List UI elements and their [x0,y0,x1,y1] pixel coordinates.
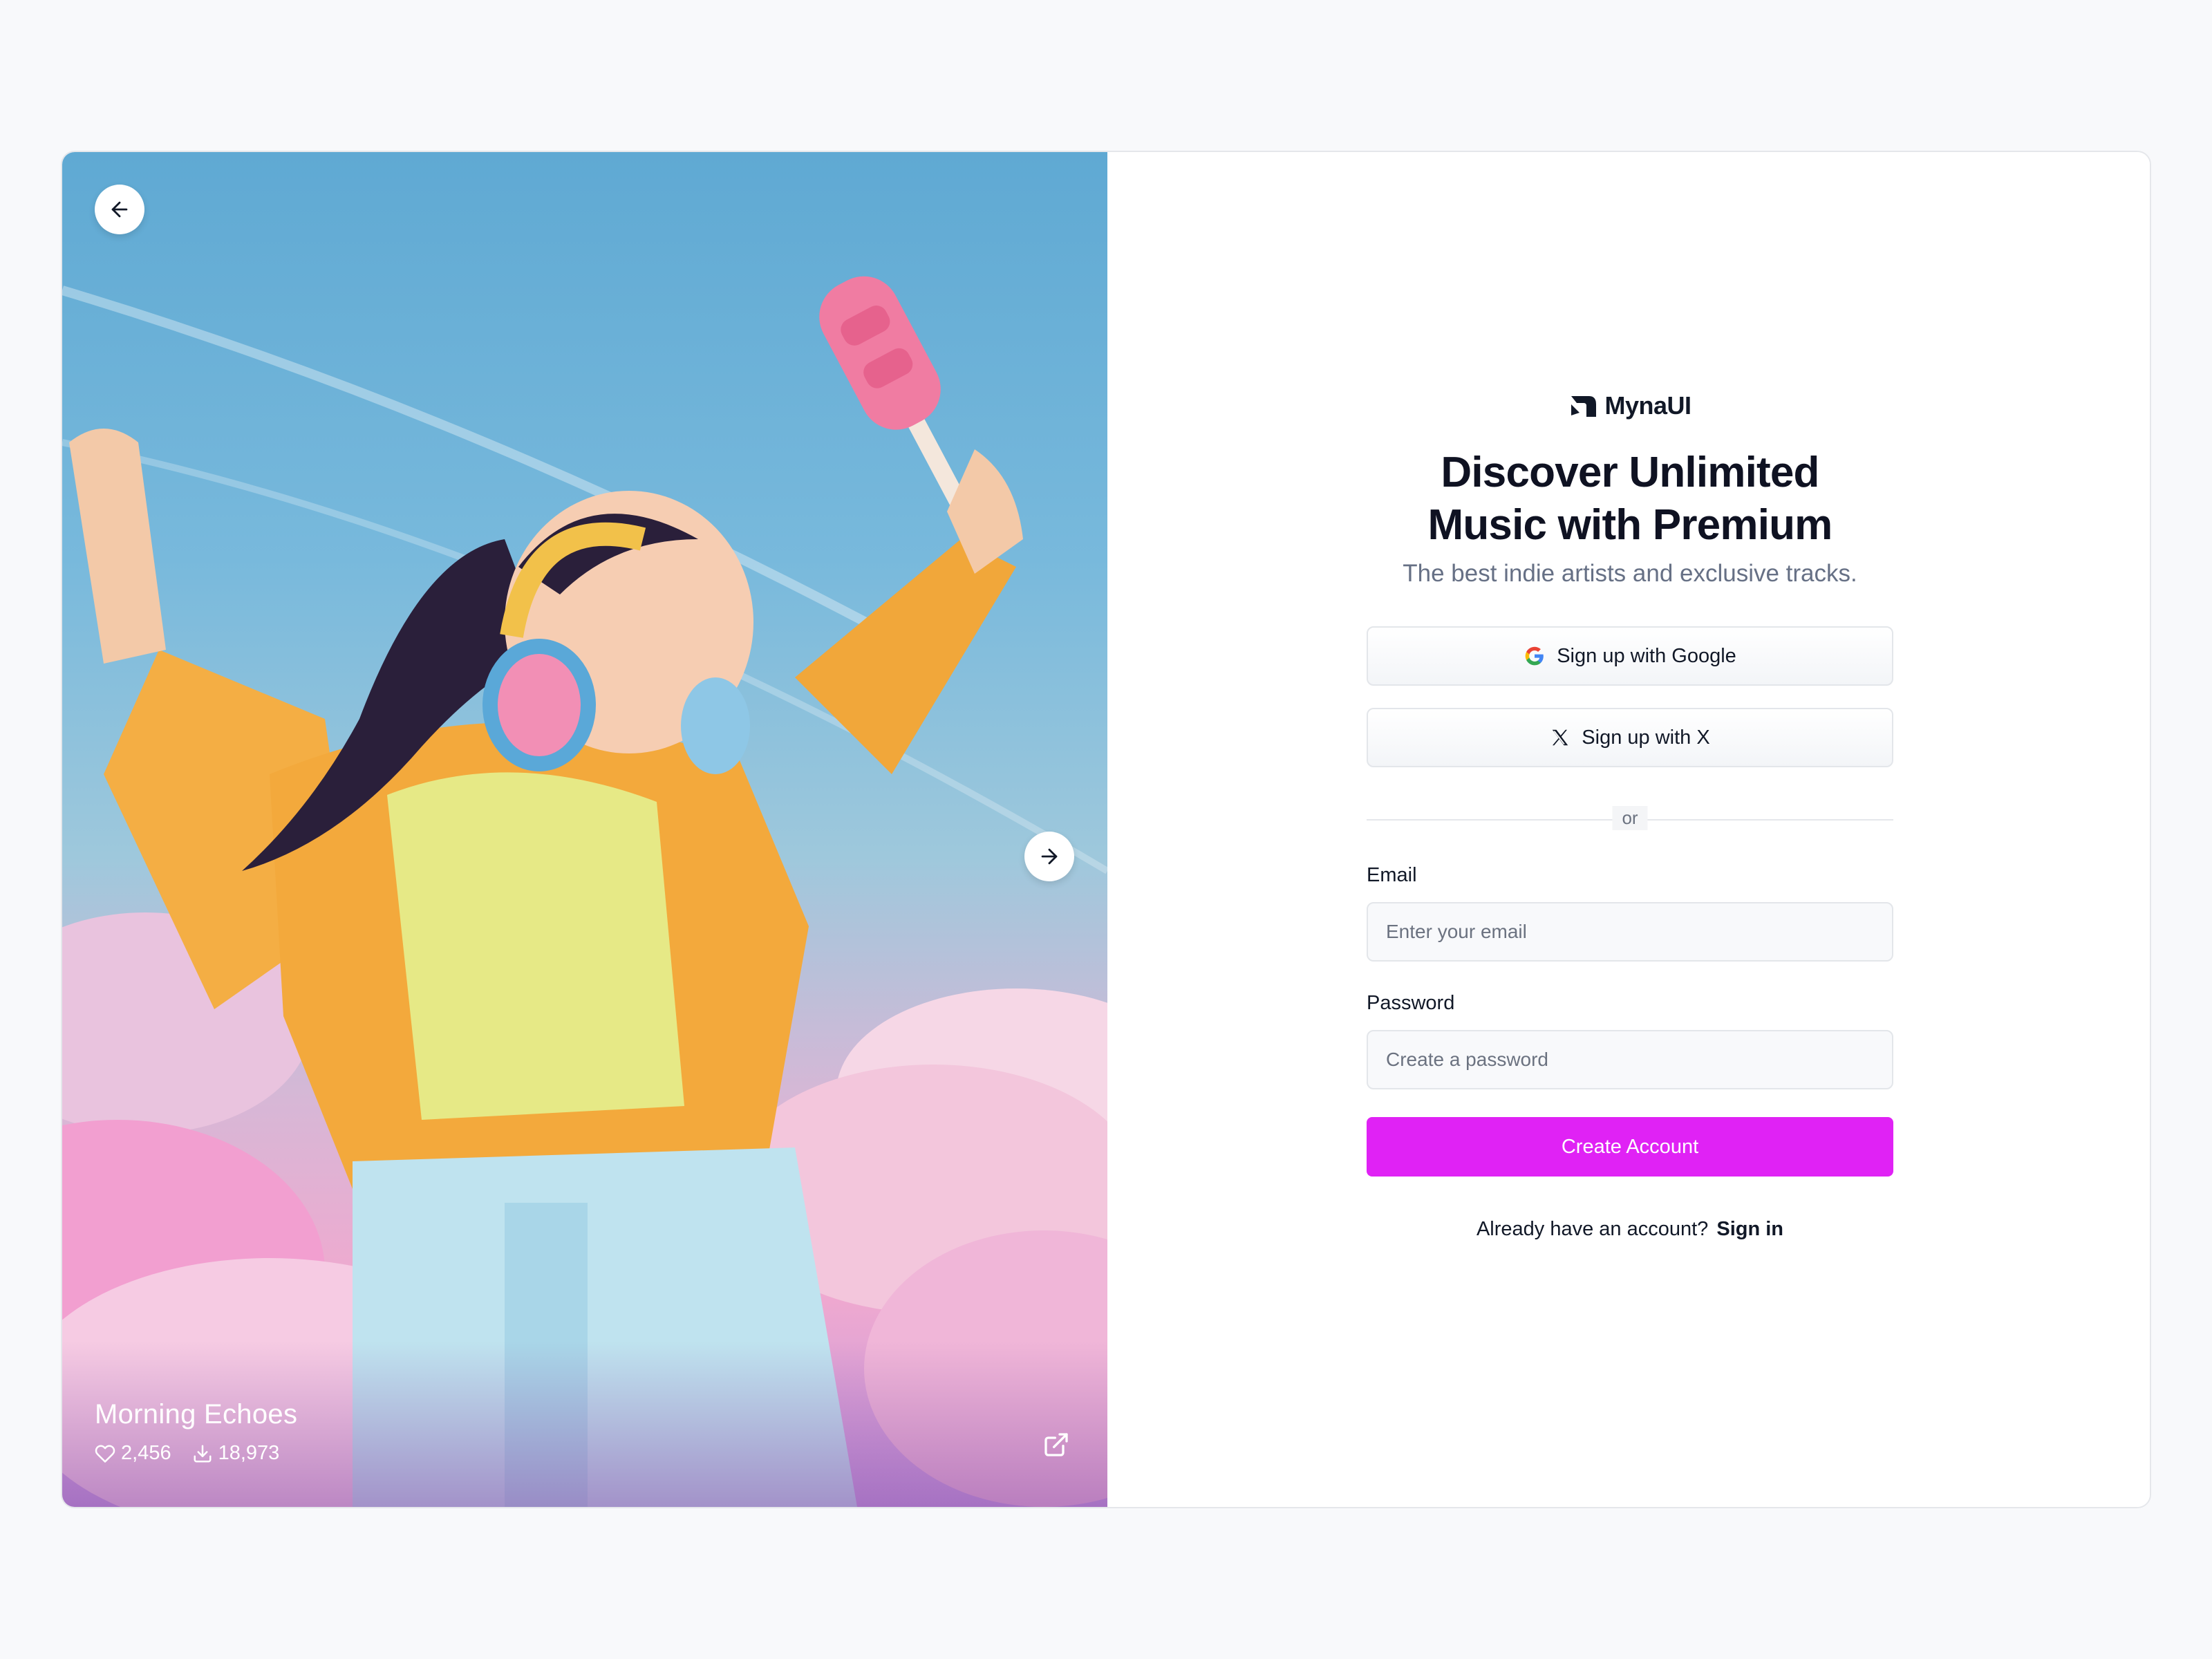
previous-slide-button[interactable] [95,185,144,234]
signup-card: Morning Echoes 2,456 18,973 MynaUI Disco… [61,151,2151,1508]
track-stats: 2,456 18,973 [95,1442,279,1465]
google-signup-label: Sign up with Google [1557,644,1736,667]
hero-illustration [62,276,1107,1507]
signin-prompt-row: Already have an account? Sign in [1367,1218,1893,1241]
heart-icon [95,1445,115,1463]
signin-prompt-text: Already have an account? [1476,1218,1709,1240]
password-field[interactable] [1367,1030,1893,1089]
signup-form-panel: MynaUI Discover Unlimited Music with Pre… [1107,152,2150,1507]
x-signup-label: Sign up with X [1582,726,1710,749]
create-account-button[interactable]: Create Account [1367,1117,1893,1177]
arrow-left-icon [111,201,128,218]
x-logo-icon [1553,729,1568,746]
google-icon [1525,646,1544,666]
page-subtitle: The best indie artists and exclusive tra… [1403,560,1857,587]
downloads-count: 18,973 [192,1442,280,1465]
password-label: Password [1367,992,1455,1014]
next-slide-button[interactable] [1024,832,1074,881]
brand-logo: MynaUI [1367,388,1893,423]
download-icon [194,1445,212,1462]
brand-name: MynaUI [1604,391,1691,420]
page-title-line-2: Music with Premium [1427,501,1833,549]
divider-text: or [1612,806,1648,830]
page-title-line-1: Discover Unlimited [1441,449,1819,496]
likes-value: 2,456 [121,1442,171,1464]
downloads-value: 18,973 [218,1442,280,1464]
page-title: Discover Unlimited Music with Premium [1367,447,1893,552]
track-title: Morning Echoes [95,1399,298,1430]
or-divider: or [1367,806,1893,834]
email-label: Email [1367,864,1417,886]
email-field[interactable] [1367,902,1893,962]
external-link-icon [1044,1433,1068,1456]
arrow-right-icon [1041,848,1058,865]
hero-artwork: Morning Echoes 2,456 18,973 [62,152,1107,1507]
open-track-link[interactable] [1042,1431,1070,1459]
signup-form: MynaUI Discover Unlimited Music with Pre… [1367,387,1893,1241]
x-signup-button[interactable]: Sign up with X [1367,708,1893,767]
likes-count: 2,456 [95,1442,171,1465]
google-signup-button[interactable]: Sign up with Google [1367,626,1893,686]
signin-link[interactable]: Sign in [1716,1218,1783,1240]
myna-logo-icon [1571,396,1597,417]
